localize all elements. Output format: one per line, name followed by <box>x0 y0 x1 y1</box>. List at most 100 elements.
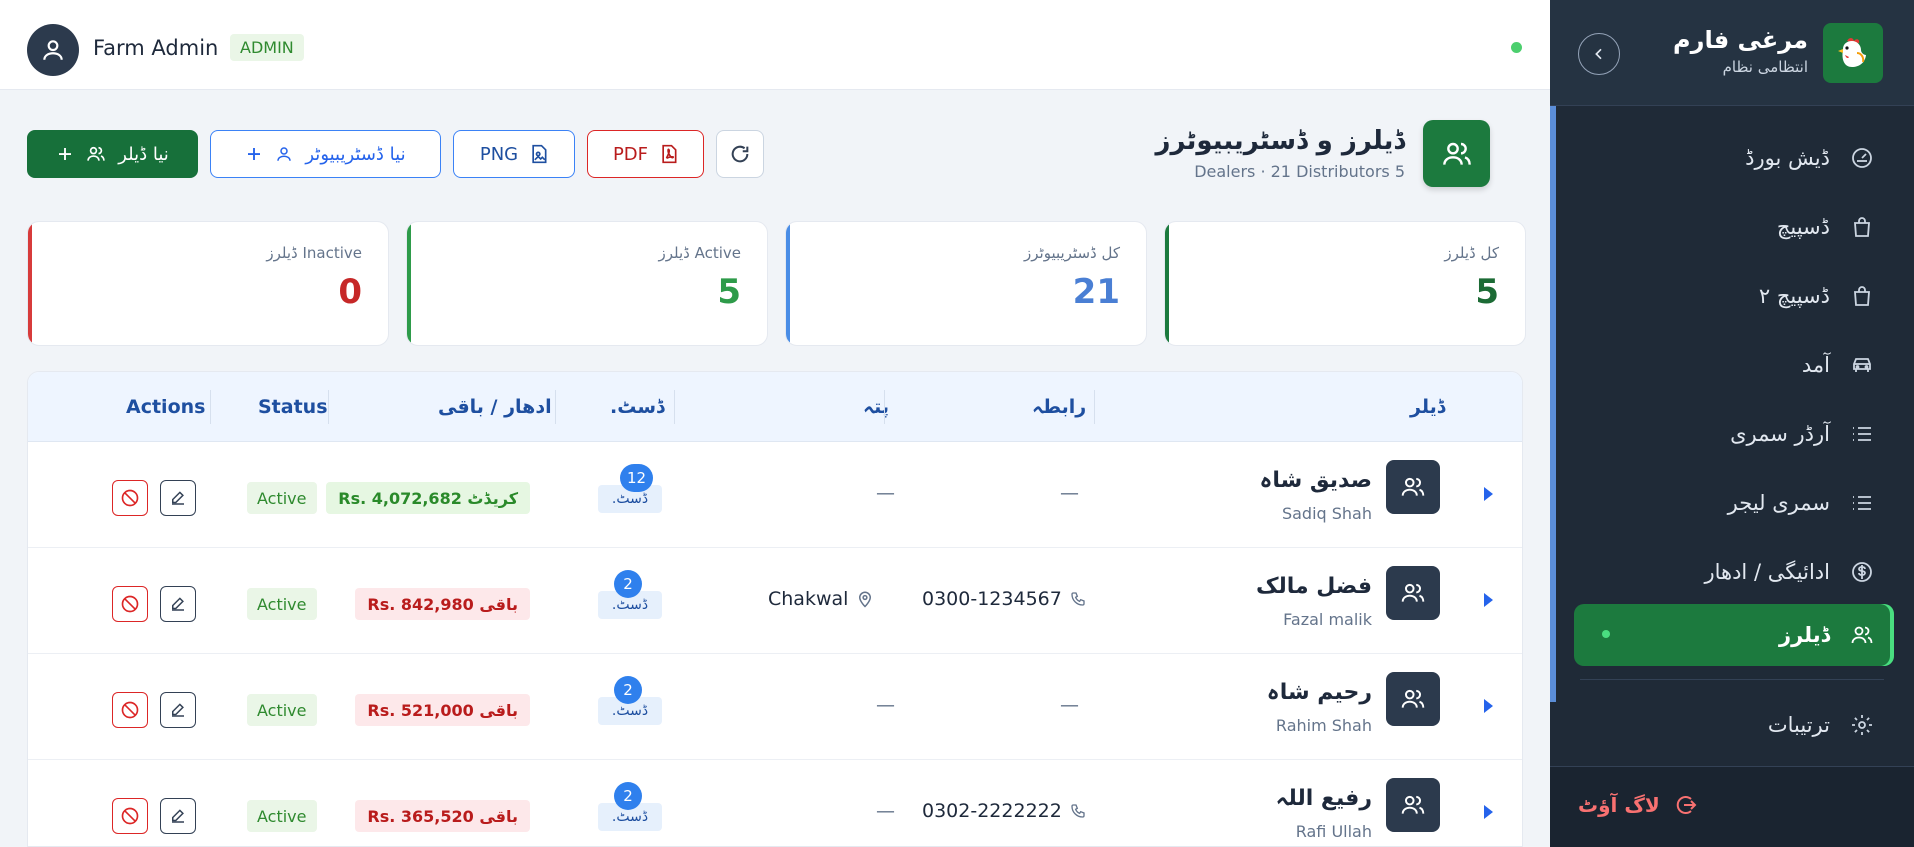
list-icon <box>1850 422 1874 446</box>
sidebar-item-settings[interactable]: ترتیبات <box>1574 695 1894 755</box>
stat-card-total-dealers: کل ڈیلرز 5 <box>1164 221 1526 346</box>
col-dealer[interactable]: ڈیلر <box>1410 396 1445 418</box>
dealer-contact: — <box>1060 694 1079 716</box>
sidebar-footer: لاگ آؤٹ <box>1550 766 1914 847</box>
dealer-name-urdu: رحیم شاہ <box>1266 680 1372 705</box>
dealer-name-english: Sadiq Shah <box>1281 504 1372 523</box>
user-icon <box>275 145 293 163</box>
dealer-avatar <box>1386 778 1440 832</box>
deactivate-button[interactable] <box>112 798 148 834</box>
expand-caret-icon[interactable] <box>1484 487 1493 501</box>
deactivate-button[interactable] <box>112 586 148 622</box>
stat-value: 5 <box>1475 272 1499 312</box>
bag-icon <box>1850 284 1874 308</box>
balance-badge: Rs. 4,072,682 کریڈٹ <box>326 482 530 514</box>
collapse-sidebar-button[interactable] <box>1578 33 1620 75</box>
expand-caret-icon[interactable] <box>1484 805 1493 819</box>
dealer-avatar <box>1386 566 1440 620</box>
sidebar-item-summary-ledger[interactable]: سمری لیجر <box>1574 473 1894 533</box>
edit-button[interactable] <box>160 586 196 622</box>
sidebar-item-label: آرڈر سمری <box>1730 422 1830 446</box>
status-badge: Active <box>247 588 317 620</box>
refresh-icon <box>729 143 751 165</box>
dealer-address: — <box>876 800 895 822</box>
col-address[interactable]: پتہ <box>863 396 889 418</box>
users-icon <box>86 144 106 164</box>
table-row[interactable]: فضل مالک Fazal malik 0300-1234567 Chakwa… <box>28 548 1522 654</box>
top-bar: Farm Admin ADMIN <box>0 0 1550 90</box>
phone-number: 0300-1234567 <box>922 588 1062 610</box>
dealer-avatar <box>1386 672 1440 726</box>
table-header: Actions Status ادھار / باقی ڈسٹ. پتہ راب… <box>28 372 1522 442</box>
sidebar-item-dispatch[interactable]: ڈسپیچ <box>1574 197 1894 257</box>
brand-name: مرغی فارم <box>1673 26 1808 54</box>
col-distributors[interactable]: ڈسٹ. <box>610 396 664 418</box>
sidebar-item-label: ڈیلرز <box>1779 623 1830 647</box>
export-png-button[interactable]: PNG <box>453 130 575 178</box>
col-balance[interactable]: ادھار / باقی <box>438 396 552 418</box>
dealer-address: — <box>876 694 895 716</box>
plus-icon <box>56 145 74 163</box>
edit-button[interactable] <box>160 692 196 728</box>
col-contact[interactable]: رابطہ <box>1032 396 1086 418</box>
dealer-address: — <box>876 482 895 504</box>
distributor-count-badge: 12 <box>620 464 654 492</box>
refresh-button[interactable] <box>716 130 764 178</box>
dealers-header-icon <box>1423 120 1490 187</box>
active-indicator <box>1602 630 1610 638</box>
dealer-address: Chakwal <box>768 588 874 610</box>
expand-caret-icon[interactable] <box>1484 699 1493 713</box>
deactivate-button[interactable] <box>112 480 148 516</box>
online-indicator <box>1511 42 1522 53</box>
sidebar-item-payments[interactable]: ادائیگی / ادھار <box>1574 542 1894 602</box>
main-content: نیا ڈیلر نیا ڈسٹریبیوٹر PNG PDF ڈیلرز و … <box>0 90 1550 847</box>
dollar-icon <box>1850 560 1874 584</box>
dealer-name-urdu: صدیق شاہ <box>1259 468 1372 493</box>
sidebar-item-order-summary[interactable]: آرڈر سمری <box>1574 404 1894 464</box>
col-actions[interactable]: Actions <box>126 396 205 418</box>
page-title: ڈیلرز و ڈسٹریبیوٹرز <box>1155 126 1406 156</box>
sidebar-item-arrivals[interactable]: آمد <box>1574 335 1894 395</box>
phone-icon <box>1070 803 1086 819</box>
sidebar-item-dealers[interactable]: ڈیلرز <box>1574 604 1894 666</box>
dealers-table: Actions Status ادھار / باقی ڈسٹ. پتہ راب… <box>27 371 1523 847</box>
table-row[interactable]: رفیع اللہ Rafi Ullah 0302-2222222 — ڈسٹ.… <box>28 760 1522 846</box>
distributor-count-badge: 2 <box>614 570 642 598</box>
col-status[interactable]: Status <box>258 396 328 418</box>
expand-caret-icon[interactable] <box>1484 593 1493 607</box>
sidebar: مرغی فارم انتظامی نظام ڈیش بورڈ ڈسپیچ ڈس… <box>1550 0 1914 847</box>
user-avatar[interactable] <box>27 24 79 76</box>
pdf-file-icon <box>660 144 678 164</box>
export-pdf-button[interactable]: PDF <box>587 130 704 178</box>
sidebar-item-dispatch-2[interactable]: ڈسپیچ ۲ <box>1574 266 1894 326</box>
brand-tagline: انتظامی نظام <box>1722 58 1808 76</box>
distributor-count-badge: 2 <box>614 782 642 810</box>
pdf-label: PDF <box>612 143 649 165</box>
stat-label: کل ڈسٹریبیوٹرز <box>1024 244 1120 262</box>
dealer-name-english: Rahim Shah <box>1275 716 1372 735</box>
new-dealer-button[interactable]: نیا ڈیلر <box>27 130 198 178</box>
logout-label: لاگ آؤٹ <box>1578 793 1660 817</box>
logout-button[interactable]: لاگ آؤٹ <box>1578 793 1698 817</box>
map-pin-icon <box>856 590 874 608</box>
stat-label: Active ڈیلرز <box>658 244 741 262</box>
status-badge: Active <box>247 694 317 726</box>
sidebar-scroll-accent <box>1550 106 1556 702</box>
status-badge: Active <box>247 800 317 832</box>
plus-icon <box>245 145 263 163</box>
gear-icon <box>1850 713 1874 737</box>
new-distributor-button[interactable]: نیا ڈسٹریبیوٹر <box>210 130 441 178</box>
table-row[interactable]: رحیم شاہ Rahim Shah — — ڈسٹ. 2 Rs. 521,0… <box>28 654 1522 760</box>
sidebar-item-dashboard[interactable]: ڈیش بورڈ <box>1574 128 1894 188</box>
phone-icon <box>1070 591 1086 607</box>
sidebar-item-label: ترتیبات <box>1767 713 1830 737</box>
deactivate-button[interactable] <box>112 692 148 728</box>
new-distributor-label: نیا ڈسٹریبیوٹر <box>305 143 406 165</box>
role-badge: ADMIN <box>230 34 304 61</box>
user-name: Farm Admin <box>93 36 219 60</box>
edit-button[interactable] <box>160 480 196 516</box>
edit-button[interactable] <box>160 798 196 834</box>
table-row[interactable]: صدیق شاہ Sadiq Shah — — ڈسٹ. 12 Rs. 4,07… <box>28 442 1522 548</box>
stat-label: Inactive ڈیلرز <box>266 244 362 262</box>
stat-card-active-dealers: Active ڈیلرز 5 <box>406 221 768 346</box>
